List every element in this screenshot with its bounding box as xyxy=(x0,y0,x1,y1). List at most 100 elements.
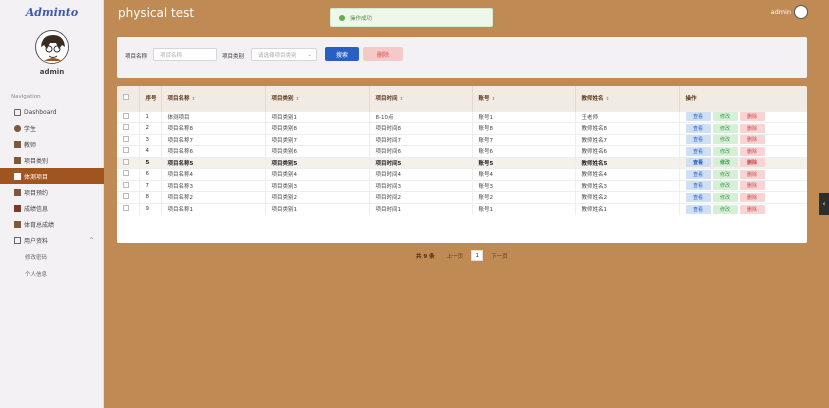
nav-heading: Navigation xyxy=(11,94,41,100)
table-row: 3 项目名称7 项目类别7 项目时间7 账号7 教师姓名7 查看 修改 删除 xyxy=(117,133,807,146)
table-cell: 项目类别3 xyxy=(265,179,370,192)
table-cell: 项目名称7 xyxy=(161,133,266,146)
table-cell: 账号1 xyxy=(472,202,576,215)
profile-icon xyxy=(14,236,21,244)
current-page[interactable]: 1 xyxy=(471,250,484,261)
sort-icon: ⇕ xyxy=(605,97,610,103)
row-actions: 查看 修改 删除 xyxy=(679,179,807,192)
sidebar-username: admin xyxy=(39,68,65,76)
row-checkbox[interactable] xyxy=(117,110,140,123)
sort-icon: ⇕ xyxy=(295,97,300,103)
table-cell: 项目类别1 xyxy=(265,110,370,123)
prev-page[interactable]: 上一页 xyxy=(447,252,464,260)
type-label: 项目类别 xyxy=(222,54,245,60)
view-button[interactable]: 查看 xyxy=(685,169,711,179)
row-delete-button[interactable]: 删除 xyxy=(739,123,765,133)
edit-button[interactable]: 修改 xyxy=(712,146,738,156)
user-icon xyxy=(14,124,21,132)
next-page[interactable]: 下一页 xyxy=(491,252,508,260)
col-account[interactable]: 账号 ⇕ xyxy=(472,86,576,111)
table-cell: 项目时间3 xyxy=(369,179,473,192)
table-cell: 项目时间7 xyxy=(369,133,473,146)
row-checkbox[interactable] xyxy=(117,133,140,146)
view-button[interactable]: 查看 xyxy=(685,204,711,214)
table-cell: 项目类别2 xyxy=(265,191,370,203)
sort-icon: ⇕ xyxy=(191,97,196,103)
col-time[interactable]: 项目时间 ⇕ xyxy=(369,86,473,111)
sidebar-item-categories[interactable]: 项目类别 xyxy=(0,152,104,168)
table-cell: 体测项目 xyxy=(161,110,266,123)
table-cell: 项目时间5 xyxy=(369,156,473,169)
row-checkbox[interactable] xyxy=(117,191,140,203)
table-cell: 4 xyxy=(139,145,162,157)
flag-icon xyxy=(14,204,21,212)
success-toast: 操作成功 xyxy=(330,8,493,27)
table-cell: 项目时间4 xyxy=(369,168,473,180)
row-checkbox[interactable] xyxy=(117,202,140,215)
row-delete-button[interactable]: 删除 xyxy=(739,192,765,202)
project-type-select[interactable]: 请选择项目类别 ⌄ xyxy=(251,48,317,61)
project-name-input[interactable]: 项目名称 xyxy=(153,48,217,61)
calendar-icon xyxy=(14,188,21,196)
sidebar-item-students[interactable]: 学生 xyxy=(0,120,104,136)
chevron-down-icon: ⌄ xyxy=(307,51,312,58)
sidebar-item-reservations[interactable]: 项目预约 xyxy=(0,184,104,200)
edit-button[interactable]: 修改 xyxy=(712,169,738,179)
edit-button[interactable]: 修改 xyxy=(712,158,738,168)
sidebar-item-teachers[interactable]: 教师 xyxy=(0,136,104,152)
row-checkbox[interactable] xyxy=(117,122,140,134)
table-cell: 9 xyxy=(139,202,162,215)
row-delete-button[interactable]: 删除 xyxy=(739,146,765,156)
col-type[interactable]: 项目类别 ⇕ xyxy=(265,86,370,111)
row-delete-button[interactable]: 删除 xyxy=(739,204,765,214)
edit-button[interactable]: 修改 xyxy=(712,112,738,122)
table-cell: 2 xyxy=(139,122,162,134)
avatar[interactable] xyxy=(35,30,69,64)
view-button[interactable]: 查看 xyxy=(685,135,711,145)
sidebar-subitem-change-password[interactable]: 修改密码 xyxy=(0,248,104,265)
sidebar-item-projects[interactable]: 体测项目 xyxy=(0,168,104,184)
table-cell: 项目类别5 xyxy=(265,156,370,169)
delete-button[interactable]: 删除 xyxy=(363,47,403,61)
row-checkbox[interactable] xyxy=(117,168,140,180)
row-checkbox[interactable] xyxy=(117,179,140,192)
table-cell: 项目名称2 xyxy=(161,191,266,203)
view-button[interactable]: 查看 xyxy=(685,158,711,168)
sidebar-item-scores[interactable]: 成绩信息 xyxy=(0,200,104,216)
select-all-checkbox[interactable] xyxy=(117,86,140,111)
view-button[interactable]: 查看 xyxy=(685,146,711,156)
view-button[interactable]: 查看 xyxy=(685,192,711,202)
table-cell: 项目类别8 xyxy=(265,122,370,134)
table-cell: 教师姓名5 xyxy=(575,156,680,169)
top-username[interactable]: admin xyxy=(771,8,791,16)
table-cell: 账号3 xyxy=(472,179,576,192)
view-button[interactable]: 查看 xyxy=(685,181,711,191)
edit-button[interactable]: 修改 xyxy=(712,192,738,202)
view-button[interactable]: 查看 xyxy=(685,112,711,122)
sidebar-subitem-personal-info[interactable]: 个人信息 xyxy=(0,265,104,282)
row-checkbox[interactable] xyxy=(117,145,140,157)
row-delete-button[interactable]: 删除 xyxy=(739,135,765,145)
table-cell: 6 xyxy=(139,168,162,180)
table-header: 序号 项目名称 ⇕ 项目类别 ⇕ 项目时间 ⇕ 账号 ⇕ 教师姓名 ⇕ 操作 xyxy=(117,86,807,111)
sidebar-item-total-scores[interactable]: 体育总成绩 xyxy=(0,216,104,232)
brand-logo[interactable]: Adminto xyxy=(0,6,104,19)
sidebar-item-profile[interactable]: 用户资料 ^ xyxy=(0,232,104,248)
row-delete-button[interactable]: 删除 xyxy=(739,169,765,179)
row-checkbox[interactable] xyxy=(117,156,140,169)
collapse-handle-icon[interactable]: ‹ xyxy=(819,193,829,215)
row-delete-button[interactable]: 删除 xyxy=(739,181,765,191)
row-delete-button[interactable]: 删除 xyxy=(739,158,765,168)
edit-button[interactable]: 修改 xyxy=(712,135,738,145)
edit-button[interactable]: 修改 xyxy=(712,181,738,191)
view-button[interactable]: 查看 xyxy=(685,123,711,133)
edit-button[interactable]: 修改 xyxy=(712,204,738,214)
col-teacher[interactable]: 教师姓名 ⇕ xyxy=(575,86,680,111)
sidebar-item-dashboard[interactable]: Dashboard xyxy=(0,104,104,120)
search-button[interactable]: 搜索 xyxy=(325,47,359,61)
row-delete-button[interactable]: 删除 xyxy=(739,112,765,122)
col-name[interactable]: 项目名称 ⇕ xyxy=(161,86,266,111)
edit-button[interactable]: 修改 xyxy=(712,123,738,133)
top-avatar[interactable] xyxy=(794,5,808,19)
table-row: 4 项目名称6 项目类别6 项目时间6 账号6 教师姓名6 查看 修改 删除 xyxy=(117,145,807,157)
